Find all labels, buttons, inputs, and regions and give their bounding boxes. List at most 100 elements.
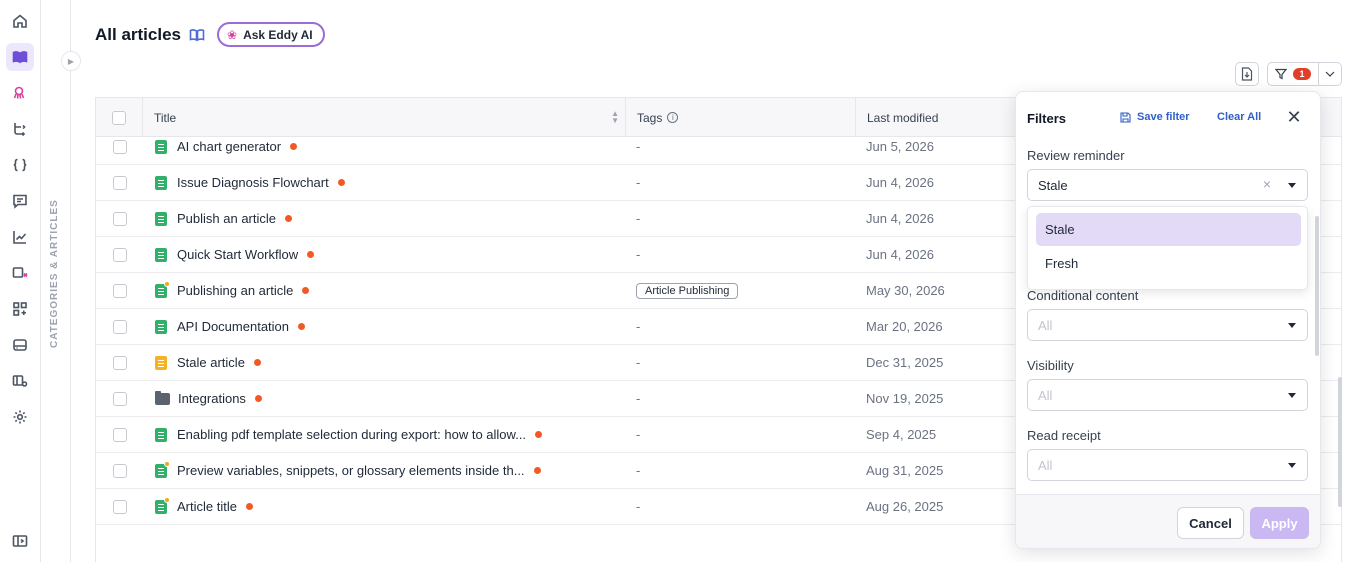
last-modified-date: Nov 19, 2025 bbox=[866, 391, 944, 406]
row-checkbox[interactable] bbox=[112, 283, 127, 298]
article-title[interactable]: Integrations bbox=[178, 391, 246, 406]
conditional-content-select[interactable]: All bbox=[1027, 309, 1308, 341]
row-modified-cell: Nov 19, 2025 bbox=[866, 381, 1016, 416]
row-select-cell bbox=[96, 165, 143, 200]
row-title-cell[interactable]: Issue Diagnosis Flowchart bbox=[155, 165, 625, 200]
last-modified-date: Mar 20, 2026 bbox=[866, 319, 943, 334]
row-modified-cell: Jun 4, 2026 bbox=[866, 201, 1016, 236]
row-modified-cell: May 30, 2026 bbox=[866, 273, 1016, 308]
tags-empty: - bbox=[636, 355, 641, 370]
caret-down-icon bbox=[1288, 463, 1296, 468]
row-title-cell[interactable]: Publishing an article bbox=[155, 273, 625, 308]
cancel-button[interactable]: Cancel bbox=[1177, 507, 1244, 539]
tags-empty: - bbox=[636, 391, 641, 406]
row-checkbox[interactable] bbox=[112, 175, 127, 190]
table-scrollbar[interactable] bbox=[1338, 377, 1342, 507]
option-stale[interactable]: Stale bbox=[1036, 213, 1301, 246]
row-title-cell[interactable]: Enabling pdf template selection during e… bbox=[155, 417, 625, 452]
ask-eddy-ai-button[interactable]: ❀ Ask Eddy AI bbox=[217, 22, 325, 47]
tags-header-label: Tags bbox=[637, 110, 663, 125]
row-tags-cell: - bbox=[636, 453, 856, 488]
row-title-cell[interactable]: AI chart generator bbox=[155, 129, 625, 164]
visibility-select[interactable]: All bbox=[1027, 379, 1308, 411]
row-title-cell[interactable]: API Documentation bbox=[155, 309, 625, 344]
open-book-icon[interactable] bbox=[189, 27, 205, 43]
filters-panel: Filters Save filter Clear All ✕ Review r… bbox=[1015, 91, 1321, 549]
documentation-icon[interactable] bbox=[6, 43, 34, 71]
read-receipt-placeholder: All bbox=[1038, 457, 1053, 473]
sort-icon[interactable]: ▲ ▼ bbox=[611, 110, 619, 125]
row-select-cell bbox=[96, 489, 143, 524]
row-checkbox[interactable] bbox=[112, 499, 127, 514]
export-button[interactable] bbox=[1235, 62, 1259, 86]
row-checkbox[interactable] bbox=[112, 391, 127, 406]
row-checkbox[interactable] bbox=[112, 319, 127, 334]
save-filter-button[interactable]: Save filter bbox=[1120, 111, 1190, 123]
stale-status-dot bbox=[254, 395, 262, 402]
article-title[interactable]: AI chart generator bbox=[177, 139, 281, 154]
clear-selection-icon[interactable]: × bbox=[1263, 176, 1271, 192]
row-checkbox[interactable] bbox=[112, 355, 127, 370]
review-reminder-select[interactable]: Stale × bbox=[1027, 169, 1308, 201]
row-title-cell[interactable]: Preview variables, snippets, or glossary… bbox=[155, 453, 625, 488]
article-title[interactable]: Publishing an article bbox=[177, 283, 293, 298]
knowledge-base-settings-icon[interactable] bbox=[6, 367, 34, 395]
filter-button[interactable]: 1 bbox=[1267, 62, 1319, 86]
title-header-label: Title bbox=[154, 110, 177, 125]
eddy-ai-icon[interactable] bbox=[6, 79, 34, 107]
settings-gear-icon[interactable] bbox=[6, 403, 34, 431]
row-select-cell bbox=[96, 273, 143, 308]
article-title[interactable]: Preview variables, snippets, or glossary… bbox=[177, 463, 525, 478]
row-checkbox[interactable] bbox=[112, 211, 127, 226]
review-reminder-options: Stale Fresh bbox=[1027, 206, 1308, 290]
code-braces-icon[interactable] bbox=[6, 151, 34, 179]
info-icon[interactable]: i bbox=[667, 112, 679, 123]
close-icon[interactable]: ✕ bbox=[1283, 106, 1305, 128]
row-title-cell[interactable]: Quick Start Workflow bbox=[155, 237, 625, 272]
preview-icon[interactable] bbox=[6, 259, 34, 287]
clear-all-button[interactable]: Clear All bbox=[1217, 111, 1261, 123]
article-title[interactable]: Quick Start Workflow bbox=[177, 247, 298, 262]
article-title[interactable]: Enabling pdf template selection during e… bbox=[177, 427, 526, 442]
tags-empty: - bbox=[636, 139, 641, 154]
apps-icon[interactable] bbox=[6, 295, 34, 323]
article-title[interactable]: Publish an article bbox=[177, 211, 276, 226]
row-checkbox[interactable] bbox=[112, 139, 127, 154]
apply-button[interactable]: Apply bbox=[1250, 507, 1309, 539]
row-tags-cell: Article Publishing bbox=[636, 273, 856, 308]
row-tags-cell: - bbox=[636, 381, 856, 416]
filters-scrollbar[interactable] bbox=[1315, 136, 1320, 496]
article-title[interactable]: API Documentation bbox=[177, 319, 289, 334]
row-select-cell bbox=[96, 345, 143, 380]
tags-empty: - bbox=[636, 463, 641, 478]
home-icon[interactable] bbox=[6, 7, 34, 35]
row-checkbox[interactable] bbox=[112, 427, 127, 442]
article-title[interactable]: Issue Diagnosis Flowchart bbox=[177, 175, 329, 190]
analytics-icon[interactable] bbox=[6, 223, 34, 251]
stale-status-dot bbox=[245, 503, 253, 510]
row-title-cell[interactable]: Publish an article bbox=[155, 201, 625, 236]
row-select-cell bbox=[96, 129, 143, 164]
feedback-icon[interactable] bbox=[6, 187, 34, 215]
row-tags-cell: - bbox=[636, 489, 856, 524]
row-checkbox[interactable] bbox=[112, 247, 127, 262]
option-fresh[interactable]: Fresh bbox=[1036, 247, 1301, 280]
stale-status-dot bbox=[337, 179, 345, 186]
select-all-checkbox[interactable] bbox=[112, 110, 126, 125]
storage-icon[interactable] bbox=[6, 331, 34, 359]
categories-pane-label: CATEGORIES & ARTICLES bbox=[49, 199, 60, 348]
last-modified-date: Jun 4, 2026 bbox=[866, 175, 934, 190]
row-checkbox[interactable] bbox=[112, 463, 127, 478]
workflow-icon[interactable] bbox=[6, 115, 34, 143]
read-receipt-select[interactable]: All bbox=[1027, 449, 1308, 481]
filter-options-dropdown[interactable] bbox=[1318, 62, 1342, 86]
row-title-cell[interactable]: Integrations bbox=[155, 381, 625, 416]
collapse-sidebar-icon[interactable] bbox=[6, 527, 34, 555]
row-title-cell[interactable]: Stale article bbox=[155, 345, 625, 380]
article-icon bbox=[155, 175, 167, 190]
article-title[interactable]: Article title bbox=[177, 499, 237, 514]
expand-categories-button[interactable]: ▶ bbox=[61, 51, 81, 71]
article-title[interactable]: Stale article bbox=[177, 355, 245, 370]
row-title-cell[interactable]: Article title bbox=[155, 489, 625, 524]
row-tags-cell: - bbox=[636, 309, 856, 344]
